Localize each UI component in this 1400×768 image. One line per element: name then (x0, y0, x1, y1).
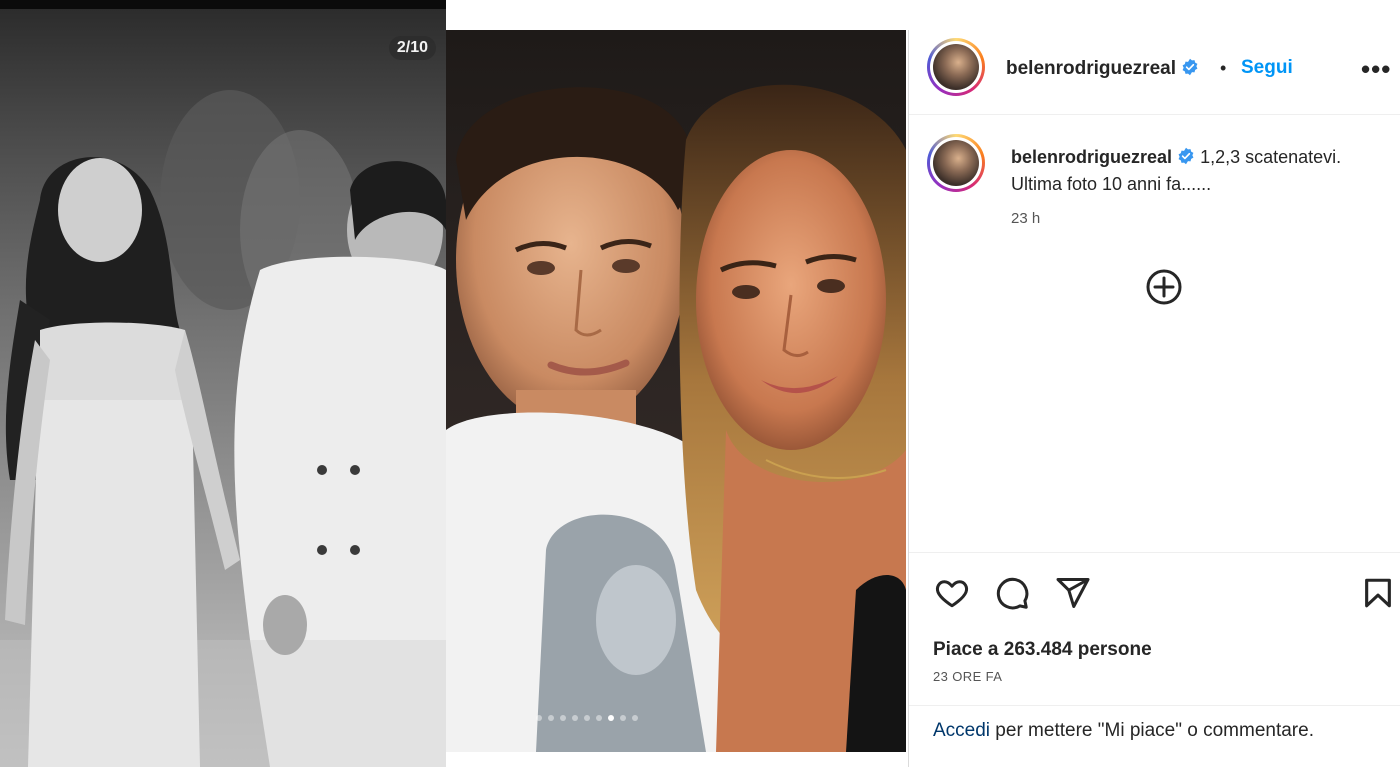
plus-circle-icon[interactable] (1145, 268, 1183, 306)
carousel-dots (536, 715, 638, 721)
post-time-ago: 23 ORE FA (933, 669, 1003, 684)
paper-plane-icon[interactable] (1054, 575, 1092, 611)
login-rest: per mettere "Mi piace" o commentare. (990, 720, 1314, 741)
verified-badge-icon (1182, 58, 1198, 76)
post-actions: Piace a 263.484 persone 23 ORE FA (909, 552, 1400, 684)
header-avatar[interactable] (927, 38, 985, 96)
caption-username[interactable]: belenrodriguezreal (1011, 147, 1172, 167)
carousel-dot[interactable] (596, 715, 602, 721)
post-photo-frame (446, 30, 906, 752)
story-counter: 2/10 (388, 36, 436, 60)
carousel-dot[interactable] (620, 715, 626, 721)
header-username-text[interactable]: belenrodriguezreal (1006, 58, 1176, 79)
carousel-dot[interactable] (548, 715, 554, 721)
header-separator: • (1220, 58, 1227, 78)
carousel-dot[interactable] (572, 715, 578, 721)
carousel-dot[interactable] (536, 715, 542, 721)
login-link[interactable]: Accedi (933, 720, 990, 741)
more-options-icon[interactable]: ••• (1361, 54, 1391, 85)
carousel-dot[interactable] (608, 715, 614, 721)
header-username[interactable]: belenrodriguezreal (1006, 58, 1199, 80)
caption-time: 23 h (1011, 210, 1041, 227)
post-photo-illustration (446, 84, 906, 752)
story-photo-illustration (0, 90, 446, 767)
post-header: belenrodriguezreal • Segui ••• (909, 30, 1400, 115)
likes-count[interactable]: Piace a 263.484 persone (933, 639, 1152, 661)
verified-badge-icon (1178, 147, 1194, 165)
follow-button[interactable]: Segui (1241, 57, 1293, 79)
heart-icon[interactable] (933, 575, 971, 611)
bookmark-icon[interactable] (1361, 575, 1395, 611)
caption-avatar[interactable] (927, 134, 985, 192)
post-photo[interactable] (446, 0, 908, 767)
post-sidebar: belenrodriguezreal • Segui ••• belenrodr… (908, 30, 1400, 767)
carousel-dot[interactable] (584, 715, 590, 721)
carousel-dot[interactable] (632, 715, 638, 721)
story-photo: 2/10 (0, 0, 446, 767)
post-caption: belenrodriguezreal 1,2,3 scatenatevi. Ul… (1011, 144, 1381, 198)
comment-icon[interactable] (993, 575, 1031, 611)
login-prompt: Accedi per mettere "Mi piace" o commenta… (909, 705, 1400, 768)
login-text: Accedi per mettere "Mi piace" o commenta… (933, 720, 1314, 742)
carousel-dot[interactable] (560, 715, 566, 721)
